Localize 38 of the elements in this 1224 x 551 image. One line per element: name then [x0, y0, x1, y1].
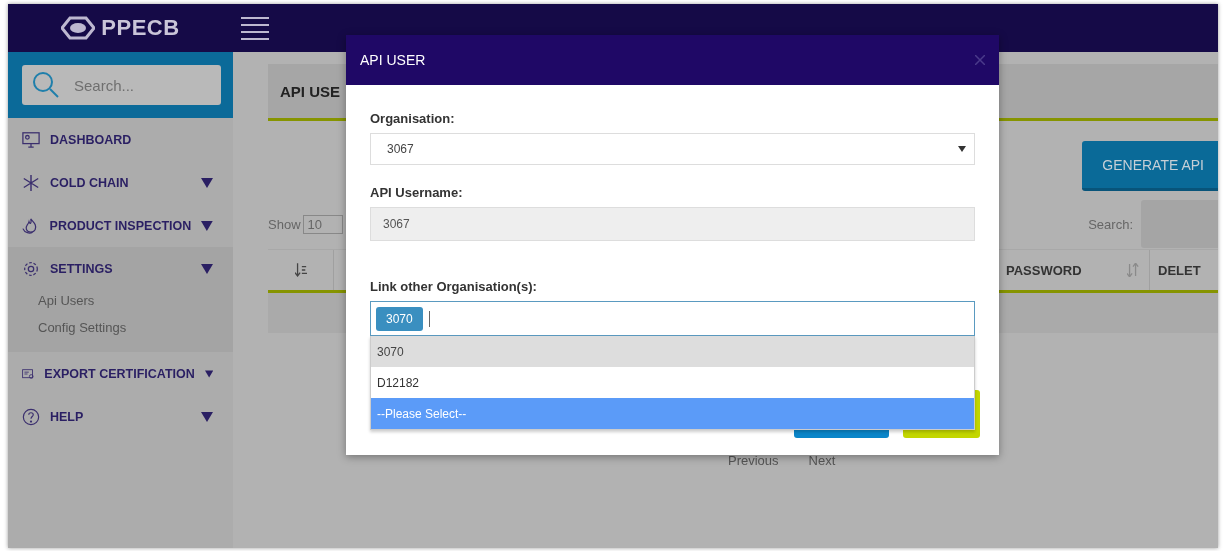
modal-title: API USER [360, 52, 426, 68]
sidebar-item[interactable]: PRODUCT INSPECTION [8, 204, 233, 247]
sidebar-item[interactable]: HELP [8, 395, 233, 438]
dropdown-option[interactable]: D12182 [371, 367, 974, 398]
tag-chip[interactable]: 3070 [376, 306, 423, 331]
sidebar-item[interactable]: EXPORT CERTIFICATION [8, 352, 233, 395]
username-field: 3067 [370, 207, 975, 241]
sidebar-item[interactable]: SETTINGS [8, 247, 233, 290]
sidebar-item[interactable]: DASHBOARD [8, 118, 233, 161]
organisation-select[interactable]: 3067 [370, 133, 975, 165]
gear-icon [22, 259, 40, 278]
logo-text: PPECB [101, 15, 180, 41]
column-header[interactable]: DELET [1158, 262, 1201, 278]
table-search-field[interactable] [1141, 200, 1218, 248]
sort-icon[interactable] [294, 263, 307, 277]
monitor-icon [22, 130, 40, 149]
sidebar-item[interactable]: COLD CHAIN [8, 161, 233, 204]
dropdown-arrow-icon [958, 146, 966, 152]
logo-icon [61, 16, 96, 40]
text-cursor [428, 310, 430, 327]
menu-icon[interactable] [241, 16, 269, 40]
close-icon[interactable] [975, 55, 985, 65]
show-label: Show [268, 216, 301, 232]
dropdown-option[interactable]: 3070 [371, 336, 974, 367]
snowflake-icon [22, 173, 40, 192]
column-header[interactable]: PASSWORD [1006, 262, 1082, 278]
search-label: Search: [1088, 216, 1133, 232]
field-label: Organisation: [370, 111, 456, 126]
pagination-link[interactable]: Previous [728, 453, 779, 468]
generate-button[interactable]: GENERATE API [1082, 141, 1218, 191]
pagination-link[interactable]: Next [808, 453, 836, 468]
field-label: Link other Organisation(s): [370, 279, 538, 294]
help-icon [22, 407, 40, 426]
field-label: API Username: [370, 185, 464, 200]
page-tab[interactable]: API USE [280, 82, 340, 100]
submenu-item[interactable]: Config Settings [8, 317, 233, 344]
submenu-item[interactable]: Api Users [8, 290, 233, 317]
search-field[interactable]: Search... [22, 65, 221, 105]
